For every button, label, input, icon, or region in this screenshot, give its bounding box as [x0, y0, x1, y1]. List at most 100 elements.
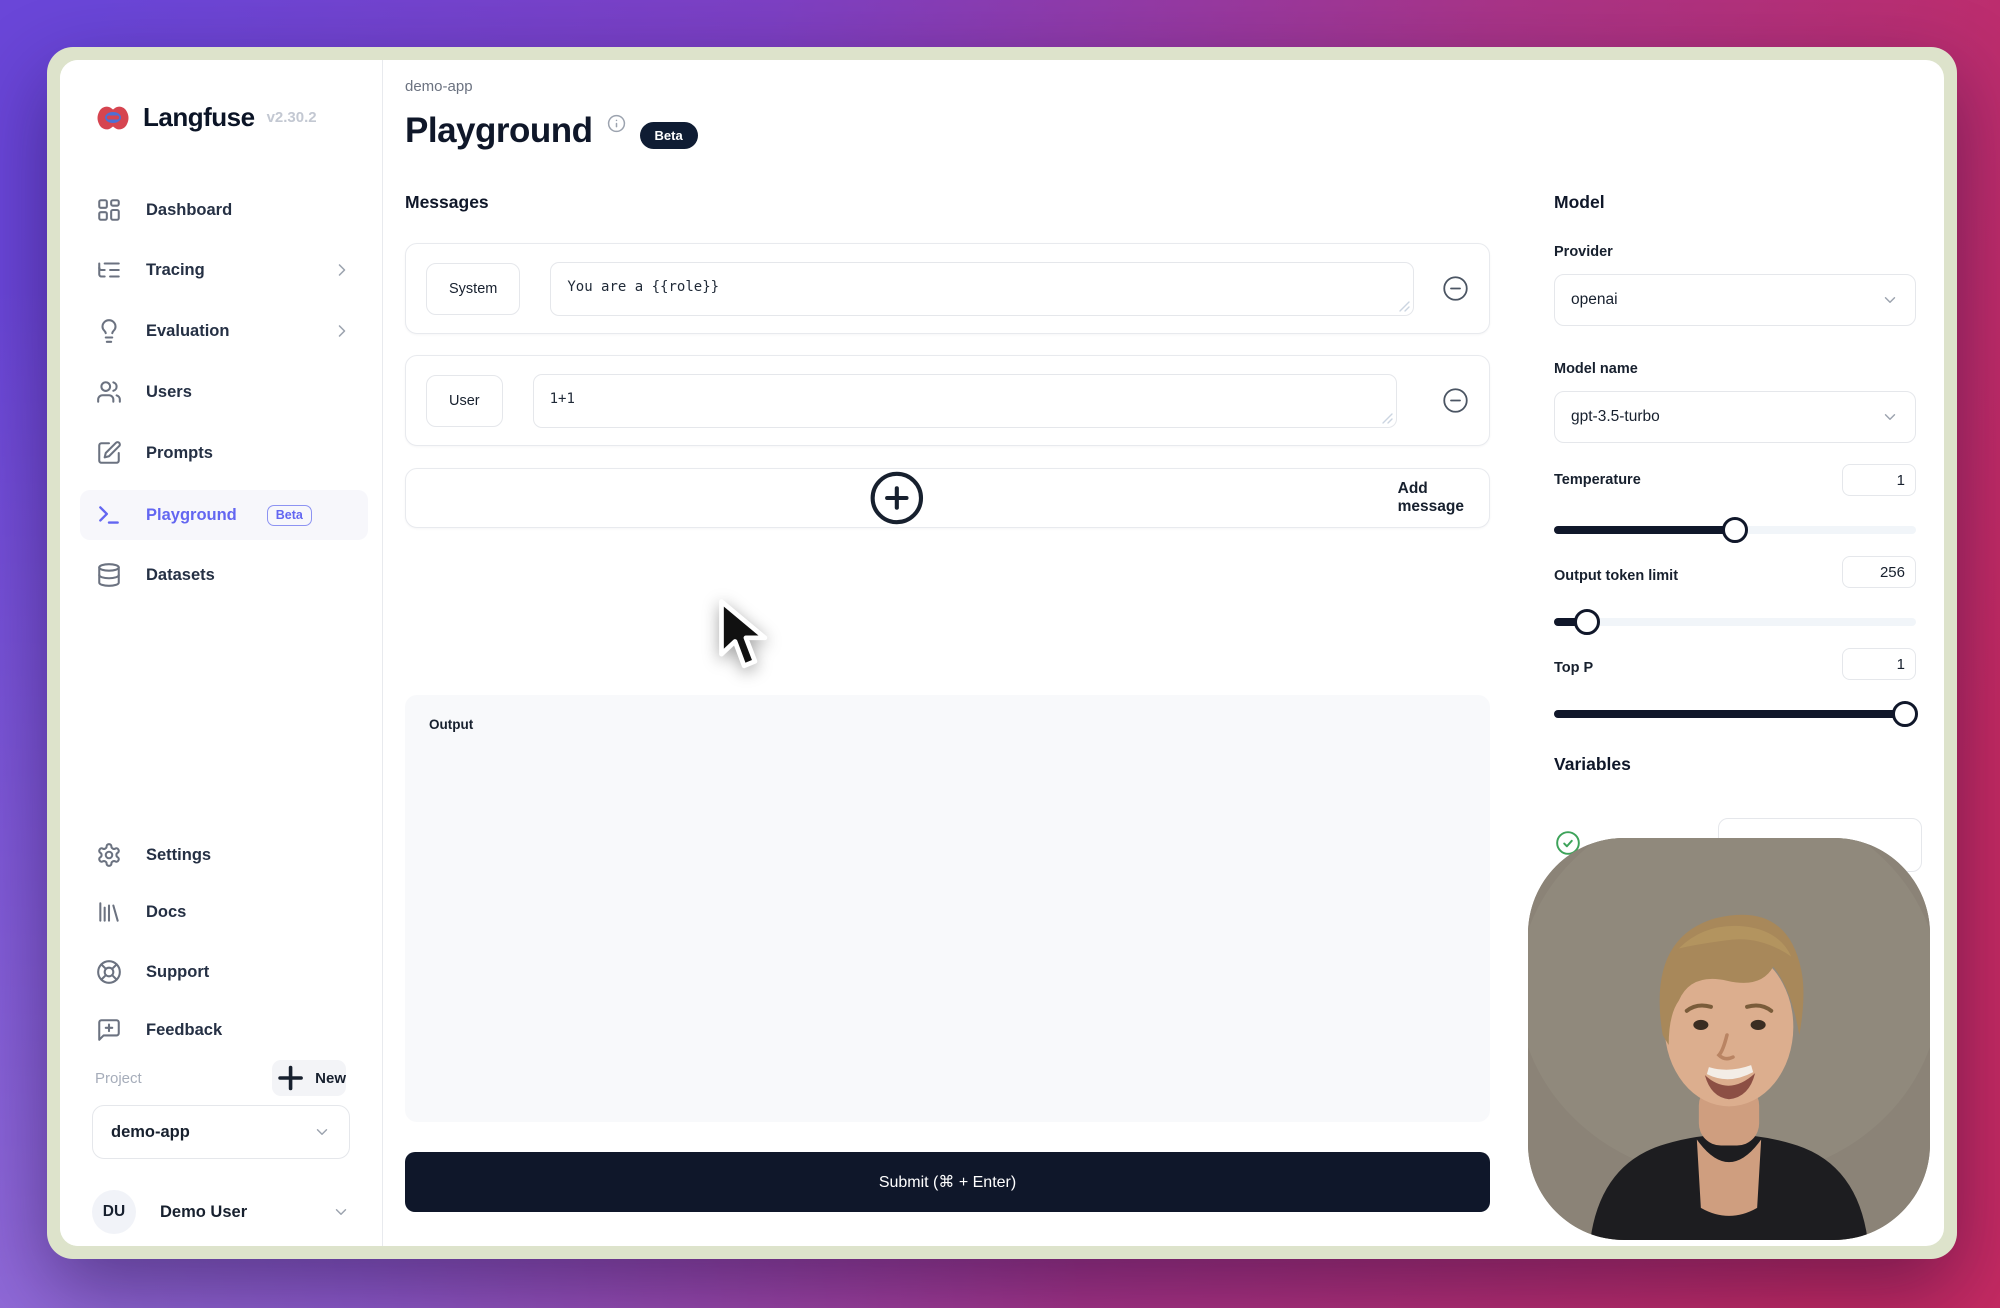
temperature-label: Temperature — [1554, 472, 1641, 488]
users-icon — [96, 379, 122, 405]
project-label: Project — [95, 1070, 142, 1087]
sidebar-item-users[interactable]: Users — [80, 367, 368, 417]
sidebar-item-playground[interactable]: Playground Beta — [80, 490, 368, 540]
gear-icon — [96, 842, 122, 868]
sidebar: Langfuse v2.30.2 Dashboard Tracing Evalu… — [60, 60, 383, 1246]
slider-thumb[interactable] — [1722, 517, 1748, 543]
chevron-down-icon — [332, 1203, 350, 1221]
app-window: Langfuse v2.30.2 Dashboard Tracing Evalu… — [47, 47, 1957, 1259]
role-selector-user[interactable]: User — [426, 375, 503, 427]
webcam-overlay — [1528, 838, 1930, 1240]
user-menu[interactable]: DU Demo User — [92, 1188, 350, 1236]
sidebar-item-label: Datasets — [146, 566, 215, 585]
sidebar-item-tracing[interactable]: Tracing — [80, 245, 368, 295]
app-version: v2.30.2 — [267, 109, 317, 126]
sidebar-item-feedback[interactable]: Feedback — [80, 1005, 368, 1055]
role-selector-system[interactable]: System — [426, 263, 520, 315]
new-project-label: New — [315, 1070, 346, 1087]
top-p-slider[interactable] — [1554, 701, 1916, 727]
beta-badge: Beta — [267, 505, 312, 526]
sidebar-item-label: Support — [146, 963, 209, 982]
remove-message-icon[interactable] — [1442, 275, 1469, 302]
project-select-value: demo-app — [111, 1123, 190, 1142]
temperature-value-input[interactable]: 1 — [1842, 464, 1916, 496]
page-title: Playground — [405, 112, 593, 151]
model-section-title: Model — [1554, 192, 1605, 213]
plus-icon — [272, 1060, 309, 1096]
message-row-user: User 1+1 — [405, 355, 1490, 446]
app-name: Langfuse — [143, 102, 255, 133]
submit-button[interactable]: Submit (⌘ + Enter) — [405, 1152, 1490, 1212]
provider-select-value: openai — [1571, 291, 1618, 309]
sidebar-item-label: Playground — [146, 506, 237, 525]
lifebuoy-icon — [96, 959, 122, 985]
new-project-button[interactable]: New — [272, 1060, 346, 1096]
main-content: demo-app Playground Beta Messages System… — [405, 60, 1490, 1246]
top-p-value-input[interactable]: 1 — [1842, 648, 1916, 680]
sidebar-item-prompts[interactable]: Prompts — [80, 428, 368, 478]
sidebar-item-settings[interactable]: Settings — [80, 830, 368, 880]
message-input-wrap: 1+1 — [533, 374, 1397, 428]
slider-thumb[interactable] — [1574, 609, 1600, 635]
info-icon[interactable] — [607, 114, 626, 133]
output-token-limit-label: Output token limit — [1554, 568, 1678, 584]
submit-label: Submit (⌘ + Enter) — [879, 1172, 1016, 1192]
model-name-select[interactable]: gpt-3.5-turbo — [1554, 391, 1916, 443]
top-p-label: Top P — [1554, 660, 1593, 676]
output-token-limit-value-input[interactable]: 256 — [1842, 556, 1916, 588]
output-label: Output — [429, 717, 473, 732]
sidebar-item-label: Evaluation — [146, 322, 229, 341]
sidebar-item-label: Feedback — [146, 1021, 222, 1040]
page-header: Playground Beta — [405, 112, 698, 151]
chevron-right-icon — [332, 321, 352, 341]
user-name: Demo User — [160, 1203, 247, 1222]
chevron-right-icon — [332, 260, 352, 280]
sidebar-item-label: Settings — [146, 846, 211, 865]
breadcrumb[interactable]: demo-app — [405, 78, 473, 95]
sidebar-item-label: Users — [146, 383, 192, 402]
slider-fill — [1554, 710, 1905, 718]
dashboard-icon — [96, 197, 122, 223]
temperature-slider[interactable] — [1554, 517, 1916, 543]
sidebar-item-label: Tracing — [146, 261, 205, 280]
avatar: DU — [92, 1190, 136, 1234]
message-input-wrap: You are a {{role}} — [550, 262, 1414, 316]
app-window-content: Langfuse v2.30.2 Dashboard Tracing Evalu… — [60, 60, 1944, 1246]
chevron-down-icon — [1881, 408, 1899, 426]
provider-label: Provider — [1554, 244, 1613, 260]
output-token-limit-slider[interactable] — [1554, 609, 1916, 635]
project-select[interactable]: demo-app — [92, 1105, 350, 1159]
message-row-system: System You are a {{role}} — [405, 243, 1490, 334]
slider-track — [1554, 618, 1916, 626]
message-plus-icon — [96, 1017, 122, 1043]
app-logo[interactable]: Langfuse v2.30.2 — [95, 102, 317, 133]
add-message-label: Add message — [1398, 480, 1489, 516]
sidebar-item-evaluation[interactable]: Evaluation — [80, 306, 368, 356]
add-message-button[interactable]: Add message — [405, 468, 1490, 528]
remove-message-icon[interactable] — [1442, 387, 1469, 414]
messages-section-title: Messages — [405, 192, 489, 213]
chevron-down-icon — [1881, 291, 1899, 309]
slider-thumb[interactable] — [1892, 701, 1918, 727]
langfuse-logo-icon — [95, 104, 131, 131]
sidebar-item-datasets[interactable]: Datasets — [80, 550, 368, 600]
sidebar-item-dashboard[interactable]: Dashboard — [80, 185, 368, 235]
database-icon — [96, 562, 122, 588]
sidebar-item-label: Docs — [146, 903, 186, 922]
sidebar-item-label: Prompts — [146, 444, 213, 463]
sidebar-item-docs[interactable]: Docs — [80, 887, 368, 937]
output-panel: Output — [405, 695, 1490, 1122]
model-name-select-value: gpt-3.5-turbo — [1571, 408, 1660, 426]
provider-select[interactable]: openai — [1554, 274, 1916, 326]
sidebar-item-support[interactable]: Support — [80, 947, 368, 997]
terminal-icon — [96, 502, 122, 528]
plus-circle-icon — [406, 469, 1388, 527]
library-icon — [96, 899, 122, 925]
webcam-person — [1528, 838, 1930, 1240]
model-name-label: Model name — [1554, 361, 1638, 377]
system-message-input[interactable]: You are a {{role}} — [550, 262, 1414, 316]
sidebar-item-label: Dashboard — [146, 201, 232, 220]
lightbulb-icon — [96, 318, 122, 344]
variables-section-title: Variables — [1554, 754, 1631, 775]
user-message-input[interactable]: 1+1 — [533, 374, 1397, 428]
